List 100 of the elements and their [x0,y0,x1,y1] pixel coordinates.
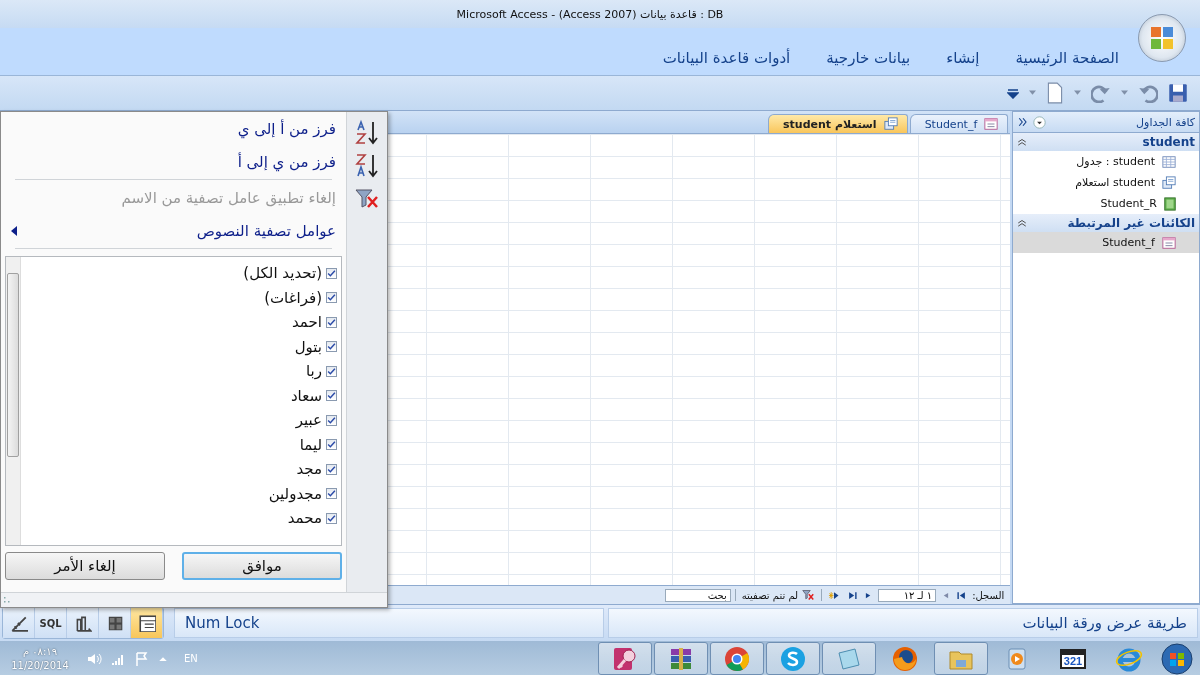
ribbon-tab[interactable]: الصفحة الرئيسية [1009,47,1125,69]
checkbox[interactable] [326,512,337,524]
checkbox[interactable] [326,463,337,475]
checkbox[interactable] [326,439,337,451]
group-header[interactable]: student [1013,133,1199,151]
checkbox[interactable] [326,414,337,426]
ribbon-tab[interactable]: أدوات قاعدة البيانات [656,47,797,69]
document-tab[interactable]: student استعلام [768,114,908,133]
checkbox[interactable] [326,267,337,279]
taskbar-app-button[interactable] [766,642,820,675]
checkbox[interactable] [326,341,337,353]
check-icon [327,342,336,352]
check-icon [327,366,336,376]
caret-icon [1121,90,1128,96]
last-icon [848,590,858,600]
chevron-up-icon [1017,137,1028,147]
check-icon [327,440,336,450]
form-icon [1161,235,1177,250]
record-label: السجل: [972,589,1005,601]
submenu-arrow-icon [11,225,17,236]
ribbon-tab[interactable]: إنشاء [940,47,986,69]
group-header[interactable]: الكائنات غير المرتبطة [1013,214,1199,232]
menu-item[interactable]: فرز من أ إلى ي [5,112,342,145]
value-label: ربا [306,362,322,381]
ruler-icon [9,614,28,632]
value-label: (تحديد الكل) [243,264,322,283]
view-button[interactable] [131,608,163,638]
taskbar-app-button[interactable]: 321 [1046,642,1100,675]
dialog-button[interactable]: موافق [182,552,342,580]
value-label: سعاد [290,386,322,405]
num-lock-indicator: Num Lock [174,608,604,638]
check-icon [327,391,336,401]
menu-item[interactable]: فرز من ي إلى أ [5,145,342,178]
clear-filter-icon [354,186,380,211]
check-icon [327,464,336,474]
check-icon [327,317,336,327]
last-record-button[interactable] [846,590,860,600]
record-position-field[interactable]: ١ لـ ١٢ [878,588,937,602]
check-icon [327,268,336,278]
value-label: محمد [287,509,322,528]
windows-logo-icon [1161,642,1193,675]
value-label: مجدولين [268,484,322,503]
clock-time: ٠٨:١٩ م [22,644,58,659]
value-label: عبير [295,411,322,430]
form-icon [983,117,1000,131]
value-label: بتول [294,337,322,356]
pane-title: كافة الجداول [1135,115,1195,129]
query-icon [1161,175,1177,190]
navigation-item[interactable]: student : جدول [1013,151,1199,172]
dropdown-icon [1033,115,1047,129]
checkbox[interactable] [326,488,337,500]
check-icon [327,415,336,425]
navigation-item[interactable]: Student_R [1013,193,1199,214]
view-button[interactable] [67,608,99,638]
firefox-icon [891,644,919,673]
s-logo-icon [779,644,807,673]
taskbar-app-button[interactable] [598,642,652,675]
checkbox[interactable] [326,292,337,304]
start-button[interactable] [1158,642,1196,675]
ribbon-tab[interactable]: بيانات خارجية [820,47,917,69]
value-label: ليما [299,435,322,454]
view-button[interactable] [3,608,35,638]
filter-status: لم تتم تصفيته [741,589,799,601]
no-filter-icon [801,589,816,601]
search-field[interactable]: بحث [664,588,731,602]
previous-icon [942,590,950,600]
document-tab[interactable]: Student_f [909,114,1009,133]
checkbox[interactable] [326,316,337,328]
save-icon [1168,83,1188,103]
value-label: احمد [292,313,322,332]
checkbox[interactable] [326,365,337,377]
taskbar-app-button[interactable] [710,642,764,675]
clapperboard-icon: 321 [1059,648,1087,669]
caret-icon [1029,90,1036,96]
datasheet-icon [137,614,156,632]
resize-grip-icon [3,596,11,604]
value-label: مجد [296,460,322,479]
navigation-item[interactable]: Student_f [1013,232,1199,253]
checkbox[interactable] [326,390,337,402]
dialog-button[interactable]: إلغاء الأمر [5,552,165,580]
taskbar-app-button[interactable] [654,642,708,675]
navigation-item[interactable]: student استعلام [1013,172,1199,193]
save-button[interactable] [1166,81,1190,105]
window-title: Microsoft Access - (Access 2007) قاعدة بيانات : DB [456,7,724,21]
report-icon [1163,196,1177,211]
chevron-up-icon [1017,218,1028,228]
check-icon [327,293,336,303]
document-icon [1046,82,1064,104]
sort-descending-icon [354,151,380,180]
undo-icon [1138,83,1158,103]
table-icon [1161,154,1177,169]
check-icon [327,489,336,499]
view-button[interactable] [99,608,131,638]
redo-icon [1091,83,1111,103]
view-button[interactable]: SQL [35,608,67,638]
menu-item[interactable]: عوامل تصفية النصوص [5,214,342,247]
check-icon [327,513,336,523]
query-icon [882,117,899,131]
scrollbar-thumb[interactable] [7,273,19,457]
sort-ascending-icon [354,118,380,147]
